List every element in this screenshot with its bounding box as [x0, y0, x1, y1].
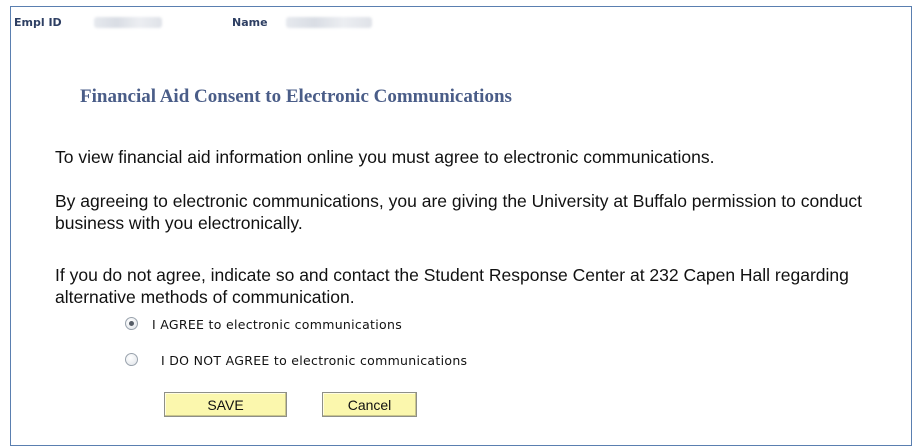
- cancel-button[interactable]: Cancel: [322, 392, 417, 417]
- agree-radio[interactable]: [125, 317, 138, 330]
- disagree-paragraph: If you do not agree, indicate so and con…: [55, 265, 849, 307]
- disagree-label: I DO NOT AGREE to electronic communicati…: [161, 353, 468, 368]
- save-button[interactable]: SAVE: [164, 392, 287, 417]
- name-label: Name: [232, 16, 268, 29]
- page-title: Financial Aid Consent to Electronic Comm…: [80, 86, 512, 107]
- emplid-value-redacted: [94, 17, 162, 28]
- disagree-radio[interactable]: [125, 353, 138, 366]
- name-value-redacted: [286, 17, 372, 28]
- agreement-paragraph: By agreeing to electronic communications…: [55, 191, 863, 233]
- intro-paragraph: To view financial aid information online…: [55, 147, 715, 167]
- agree-label: I AGREE to electronic communications: [152, 317, 403, 332]
- emplid-label: Empl ID: [14, 16, 62, 29]
